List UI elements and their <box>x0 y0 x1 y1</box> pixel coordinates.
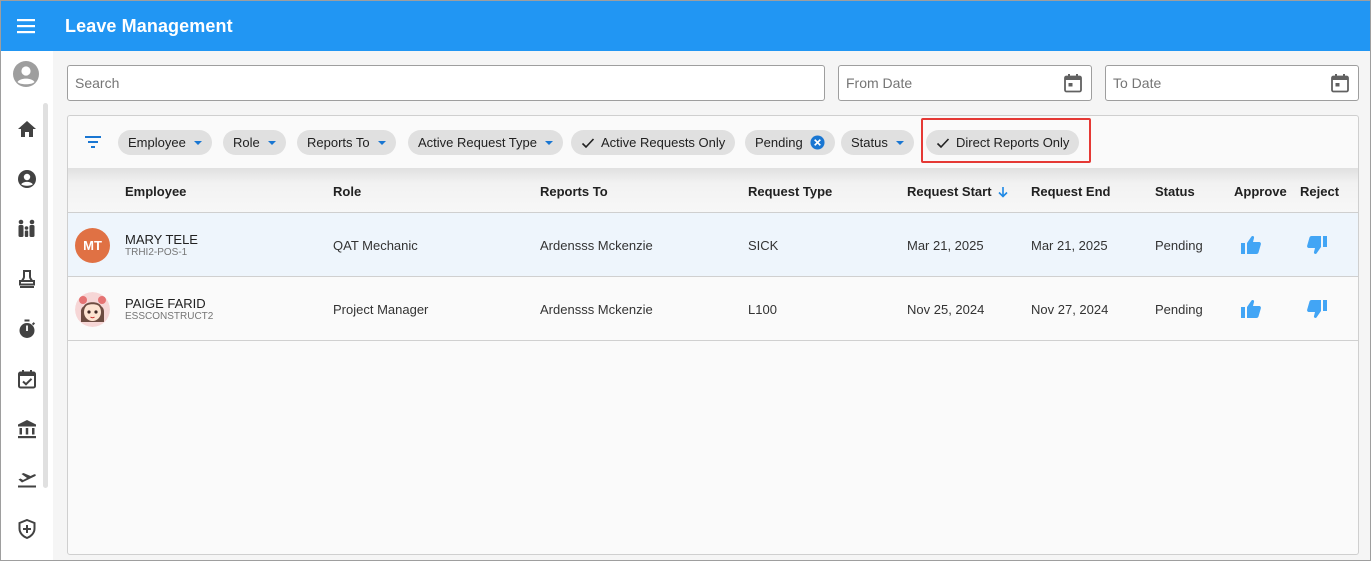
employee-name: MARY TELE <box>125 232 198 247</box>
leave-requests-card: Employee Role Reports To Active Request … <box>67 115 1359 555</box>
table-row[interactable]: MT MARY TELE TRHI2-POS-1 QAT Mechanic Ar… <box>68 213 1358 277</box>
reports-to-cell: Ardensss Mckenzie <box>540 238 653 253</box>
column-header-request-type[interactable]: Request Type <box>748 184 832 199</box>
caret-down-icon <box>545 140 553 145</box>
filter-chip-role[interactable]: Role <box>223 130 286 155</box>
column-header-approve: Approve <box>1234 184 1287 199</box>
avatar <box>75 292 110 327</box>
column-header-reports-to[interactable]: Reports To <box>540 184 608 199</box>
calendar-icon[interactable] <box>1063 73 1083 93</box>
search-field[interactable] <box>67 65 825 101</box>
nav-travel[interactable] <box>15 467 39 491</box>
column-header-role[interactable]: Role <box>333 184 361 199</box>
employee-name: PAIGE FARID <box>125 296 206 311</box>
nav-team[interactable] <box>15 217 39 241</box>
stamp-icon <box>19 270 35 288</box>
employee-code: TRHI2-POS-1 <box>125 247 188 258</box>
top-app-bar: Leave Management <box>1 1 1370 51</box>
nav-timer[interactable] <box>15 317 39 341</box>
table-header: Employee Role Reports To Request Type Re… <box>68 168 1358 213</box>
thumb-down-icon[interactable] <box>1306 298 1328 320</box>
check-icon <box>581 137 595 148</box>
table-row[interactable]: PAIGE FARID ESSCONSTRUCT2 Project Manage… <box>68 277 1358 341</box>
thumb-down-icon[interactable] <box>1306 234 1328 256</box>
check-icon <box>936 137 950 148</box>
request-end-cell: Mar 21, 2025 <box>1031 238 1108 253</box>
column-header-request-start[interactable]: Request Start <box>907 184 1009 199</box>
family-icon <box>18 219 35 237</box>
filter-chip-active-request-type[interactable]: Active Request Type <box>408 130 563 155</box>
arrow-down-icon <box>997 187 1008 198</box>
column-header-reject: Reject <box>1300 184 1340 199</box>
nav-profile[interactable] <box>15 167 39 191</box>
nav-stamp[interactable] <box>15 267 39 291</box>
role-cell: QAT Mechanic <box>333 238 418 253</box>
status-cell: Pending <box>1155 238 1203 253</box>
account-circle-icon <box>13 61 39 87</box>
caret-down-icon <box>377 140 386 145</box>
filter-chip-reports-to[interactable]: Reports To <box>297 130 396 155</box>
nav-home[interactable] <box>15 117 39 141</box>
thumb-up-icon[interactable] <box>1240 298 1262 320</box>
filter-chip-pending[interactable]: Pending <box>745 130 835 155</box>
user-avatar[interactable] <box>12 60 40 88</box>
column-header-employee[interactable]: Employee <box>125 184 186 199</box>
search-input[interactable] <box>68 66 824 100</box>
avatar: MT <box>75 228 110 263</box>
filter-bar: Employee Role Reports To Active Request … <box>68 116 1358 168</box>
calendar-icon[interactable] <box>1330 73 1350 93</box>
close-circle-icon[interactable] <box>810 135 825 150</box>
request-start-cell: Nov 25, 2024 <box>907 302 985 317</box>
sidebar <box>1 51 53 560</box>
caret-down-icon <box>267 140 276 145</box>
request-start-cell: Mar 21, 2025 <box>907 238 984 253</box>
caret-down-icon <box>193 140 202 145</box>
account-circle-icon <box>18 170 36 188</box>
status-cell: Pending <box>1155 302 1203 317</box>
timer-icon <box>19 319 36 338</box>
filter-chip-active-requests-only[interactable]: Active Requests Only <box>571 130 736 155</box>
from-date-input[interactable] <box>839 66 1091 100</box>
thumb-up-icon[interactable] <box>1240 234 1262 256</box>
home-icon <box>18 121 36 137</box>
menu-icon <box>17 19 35 34</box>
main-content: Employee Role Reports To Active Request … <box>53 51 1370 560</box>
to-date-field[interactable] <box>1105 65 1359 101</box>
menu-button[interactable] <box>1 1 51 51</box>
column-header-status[interactable]: Status <box>1155 184 1195 199</box>
request-end-cell: Nov 27, 2024 <box>1031 302 1109 317</box>
filter-chip-direct-reports-only[interactable]: Direct Reports Only <box>926 130 1080 155</box>
employee-code: ESSCONSTRUCT2 <box>125 311 214 322</box>
from-date-field[interactable] <box>838 65 1092 101</box>
role-cell: Project Manager <box>333 302 429 317</box>
to-date-input[interactable] <box>1106 66 1358 100</box>
request-type-cell: L100 <box>748 302 777 317</box>
caret-down-icon <box>895 140 904 145</box>
nav-health[interactable] <box>15 517 39 541</box>
nav-bank[interactable] <box>15 417 39 441</box>
column-header-request-end[interactable]: Request End <box>1031 184 1110 199</box>
filter-chip-status[interactable]: Status <box>841 130 914 155</box>
sidebar-scrollbar[interactable] <box>43 103 48 488</box>
avatar-illustration <box>75 292 110 327</box>
calendar-check-icon <box>18 370 36 389</box>
filter-icon[interactable] <box>83 132 103 152</box>
reports-to-cell: Ardensss Mckenzie <box>540 302 653 317</box>
flight-takeoff-icon <box>18 473 36 488</box>
bank-icon <box>18 420 36 439</box>
shield-plus-icon <box>18 519 36 539</box>
page-title: Leave Management <box>65 15 233 36</box>
request-type-cell: SICK <box>748 238 779 253</box>
nav-calendar[interactable] <box>15 367 39 391</box>
filter-chip-employee[interactable]: Employee <box>118 130 212 155</box>
